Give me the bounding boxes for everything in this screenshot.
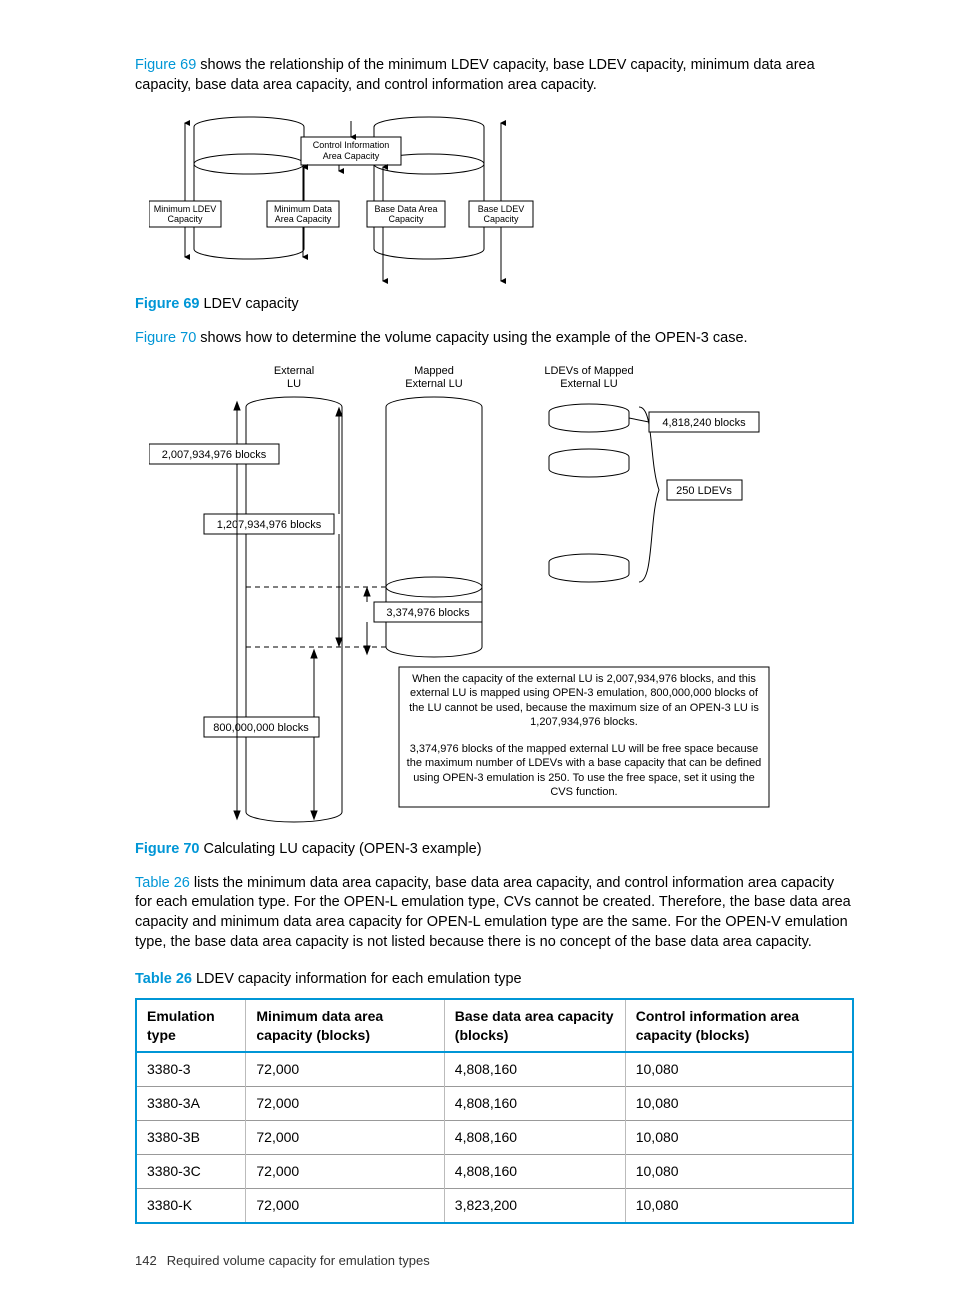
- table-caption-text: LDEV capacity information for each emula…: [192, 971, 522, 987]
- table-cell: 3380-K: [136, 1188, 246, 1222]
- cylinder-left: [194, 117, 304, 259]
- table-cell: 72,000: [246, 1052, 444, 1086]
- svg-text:250 LDEVs: 250 LDEVs: [676, 485, 732, 497]
- th-control: Control information area capacity (block…: [625, 999, 853, 1053]
- table-cell: 4,808,160: [444, 1052, 625, 1086]
- svg-text:4,818,240 blocks: 4,818,240 blocks: [662, 417, 746, 429]
- table-cell: 72,000: [246, 1087, 444, 1121]
- table-cell: 3380-3: [136, 1052, 246, 1086]
- th-emulation: Emulation type: [136, 999, 246, 1053]
- svg-text:1,207,934,976 blocks: 1,207,934,976 blocks: [217, 519, 322, 531]
- footer-text: Required volume capacity for emulation t…: [167, 1253, 430, 1268]
- svg-text:Capacity: Capacity: [388, 214, 424, 224]
- th-base-data: Base data area capacity (blocks): [444, 999, 625, 1053]
- th-min-data: Minimum data area capacity (blocks): [246, 999, 444, 1053]
- table-cell: 10,080: [625, 1087, 853, 1121]
- table-cell: 72,000: [246, 1121, 444, 1155]
- intro1-rest: shows the relationship of the minimum LD…: [135, 57, 815, 93]
- intro-paragraph-1: Figure 69 shows the relationship of the …: [135, 56, 854, 95]
- base-data-label: Base Data Area: [374, 204, 437, 214]
- page-footer: 142 Required volume capacity for emulatio…: [135, 1252, 854, 1270]
- table-cell: 3380-3B: [136, 1121, 246, 1155]
- svg-text:Capacity: Capacity: [167, 214, 203, 224]
- table-cell: 3380-3C: [136, 1155, 246, 1189]
- figure-70-caption: Figure 70 Calculating LU capacity (OPEN-…: [135, 840, 854, 860]
- page-number: 142: [135, 1253, 157, 1268]
- table-cell: 4,808,160: [444, 1087, 625, 1121]
- table-cell: 3,823,200: [444, 1188, 625, 1222]
- table-cell: 4,808,160: [444, 1155, 625, 1189]
- table-row: 3380-K72,0003,823,20010,080: [136, 1188, 853, 1222]
- svg-text:Area Capacity: Area Capacity: [323, 151, 380, 161]
- table-caption-label: Table 26: [135, 971, 192, 987]
- table-cell: 10,080: [625, 1121, 853, 1155]
- svg-text:800,000,000 blocks: 800,000,000 blocks: [213, 722, 309, 734]
- intro-paragraph-3: Table 26 lists the minimum data area cap…: [135, 874, 854, 952]
- svg-text:LDEVs of Mapped: LDEVs of Mapped: [544, 365, 633, 377]
- table-cell: 3380-3A: [136, 1087, 246, 1121]
- caption-69-text: LDEV capacity: [199, 296, 298, 312]
- ldev-discs: [549, 404, 629, 582]
- figure-70: ExternalLU MappedExternal LU LDEVs of Ma…: [149, 362, 854, 834]
- figure-70-link[interactable]: Figure 70: [135, 330, 196, 346]
- svg-text:Capacity: Capacity: [483, 214, 519, 224]
- control-info-label: Control Information: [313, 140, 390, 150]
- table-row: 3380-372,0004,808,16010,080: [136, 1052, 853, 1086]
- caption-70-label: Figure 70: [135, 841, 199, 857]
- svg-text:External LU: External LU: [560, 378, 618, 390]
- table-cell: 4,808,160: [444, 1121, 625, 1155]
- figure-69-caption: Figure 69 LDEV capacity: [135, 295, 854, 315]
- svg-text:2,007,934,976 blocks: 2,007,934,976 blocks: [162, 449, 267, 461]
- table-cell: 10,080: [625, 1188, 853, 1222]
- svg-text:External: External: [274, 365, 314, 377]
- svg-text:Area Capacity: Area Capacity: [275, 214, 332, 224]
- svg-text:3,374,976 blocks: 3,374,976 blocks: [386, 607, 470, 619]
- table-cell: 10,080: [625, 1155, 853, 1189]
- table-26-caption: Table 26 LDEV capacity information for e…: [135, 970, 854, 990]
- table-row: 3380-3A72,0004,808,16010,080: [136, 1087, 853, 1121]
- min-ldev-label: Minimum LDEV: [154, 204, 217, 214]
- table-row: 3380-3C72,0004,808,16010,080: [136, 1155, 853, 1189]
- svg-text:External LU: External LU: [405, 378, 463, 390]
- caption-70-text: Calculating LU capacity (OPEN-3 example): [199, 841, 481, 857]
- svg-text:LU: LU: [287, 378, 301, 390]
- intro-paragraph-2: Figure 70 shows how to determine the vol…: [135, 329, 854, 349]
- caption-69-label: Figure 69: [135, 296, 199, 312]
- figure-69-link[interactable]: Figure 69: [135, 57, 196, 73]
- base-ldev-label: Base LDEV: [478, 204, 525, 214]
- table-26-link[interactable]: Table 26: [135, 875, 190, 891]
- table-cell: 72,000: [246, 1188, 444, 1222]
- svg-text:Mapped: Mapped: [414, 365, 454, 377]
- ldev-capacity-table: Emulation type Minimum data area capacit…: [135, 998, 854, 1224]
- table-row: 3380-3B72,0004,808,16010,080: [136, 1121, 853, 1155]
- figure-69: Control Information Area Capacity Minimu…: [149, 109, 854, 289]
- table-cell: 10,080: [625, 1052, 853, 1086]
- min-data-label: Minimum Data: [274, 204, 332, 214]
- intro3-rest: lists the minimum data area capacity, ba…: [135, 875, 851, 950]
- table-cell: 72,000: [246, 1155, 444, 1189]
- intro2-rest: shows how to determine the volume capaci…: [196, 330, 747, 346]
